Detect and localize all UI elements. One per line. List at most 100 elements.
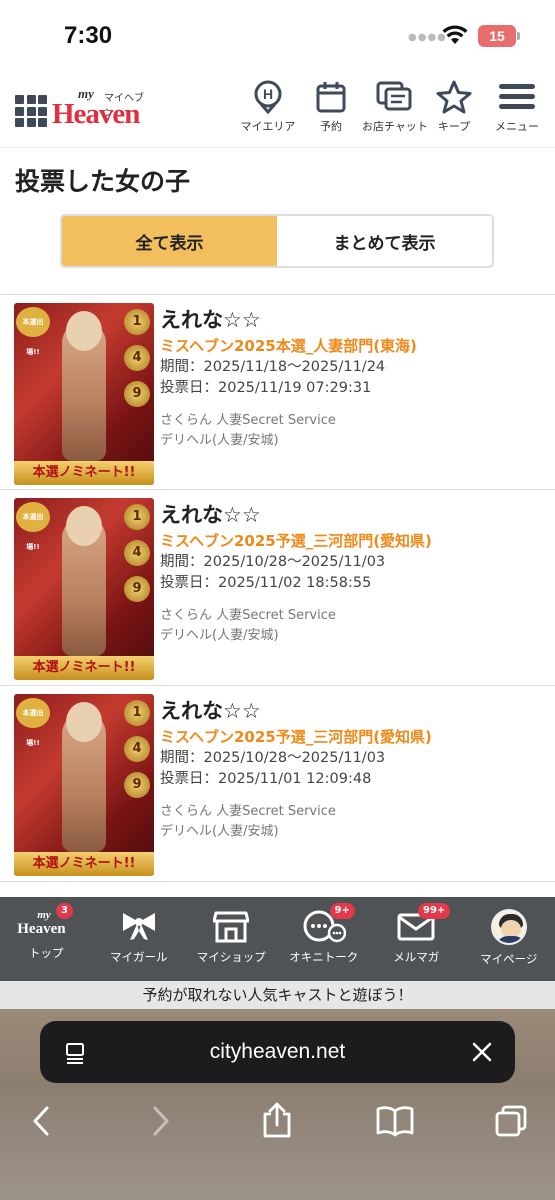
bottom-nav-my-girl[interactable]: マイガール [93,897,186,981]
show-grouped-button[interactable]: まとめて表示 [277,216,492,266]
thumb-banner: 本選ノミネート!! [14,656,154,680]
cast-thumbnail[interactable]: 本選出場!! 1 4 9 本選ノミネート!! [14,303,154,485]
notification-badge: 9+ [329,903,355,919]
vote-period: 期間：2025/11/18〜2025/11/24 [160,359,386,375]
shop-name[interactable]: さくらん 人妻Secret Service [160,411,550,431]
browser-chrome: cityheaven.net [0,1009,555,1200]
cast-thumbnail[interactable]: 本選出場!! 1 4 9 本選ノミネート!! [14,694,154,876]
url-bar[interactable]: cityheaven.net [40,1021,515,1083]
nav-shop-chat-label: お店チャット [362,120,428,133]
medal-icon: 1 [124,700,150,726]
nav-my-area[interactable]: H マイエリア [239,80,297,134]
cast-name[interactable]: えれな☆☆ [160,502,550,528]
medal-icon: 4 [124,736,150,762]
chat-icon [376,81,412,111]
medal-icon: 4 [124,345,150,371]
bottom-nav-my-shop[interactable]: マイショップ [185,897,278,981]
close-icon[interactable] [471,1041,493,1063]
bookmarks-icon[interactable] [376,1105,414,1137]
cast-name[interactable]: えれな☆☆ [160,698,550,724]
thumb-head [66,702,102,742]
avatar [490,909,527,945]
thumb-head [66,311,102,351]
battery-tip [517,32,520,40]
medal-icon: 1 [124,504,150,530]
map-pin-h-icon: H [254,80,282,114]
nav-keep[interactable]: キープ [432,80,476,134]
list-item[interactable]: 本選出場!! 1 4 9 本選ノミネート!! えれな☆☆ ミスヘブン2025本選… [0,294,555,490]
calendar-icon [316,82,346,113]
back-icon[interactable] [30,1105,52,1137]
event-name[interactable]: ミスヘブン2025予選_三河部門(愛知県) [160,726,550,748]
page-title: 投票した女の子 [15,167,191,196]
bottom-nav-mail-magazine-label: メルマガ [393,950,440,964]
nav-menu[interactable]: メニュー [488,80,546,134]
medal-icon: 9 [124,772,150,798]
heaven-logo-main: Heaven [17,921,66,937]
ribbon-icon [122,913,155,940]
vote-period: 期間：2025/10/28〜2025/11/03 [160,554,386,570]
medal-icon: 9 [124,576,150,602]
view-toggle: 全て表示 まとめて表示 [60,214,494,268]
shop-name[interactable]: さくらん 人妻Secret Service [160,802,550,822]
bottom-nav-okini-talk[interactable]: 9+ オキニトーク [278,897,371,981]
vote-date: 投票日：2025/11/01 12:09:48 [160,771,372,787]
bottom-nav-my-page[interactable]: マイページ [463,897,555,981]
forward-icon[interactable] [150,1105,172,1137]
medal-icon: 9 [124,381,150,407]
cast-name[interactable]: えれな☆☆ [160,307,550,333]
heaven-logo-my: my [37,909,51,921]
thumb-badge: 本選出場!! [16,502,50,551]
url-text[interactable]: cityheaven.net [40,1040,515,1064]
bottom-nav-my-page-label: マイページ [480,952,538,966]
bottom-nav-mail-magazine[interactable]: 99+ メルマガ [370,897,463,981]
notification-badge: 99+ [418,903,451,919]
nav-shop-chat[interactable]: お店チャット [362,80,428,134]
vote-info: えれな☆☆ ミスヘブン2025本選_人妻部門(東海) 期間：2025/11/18… [160,307,550,451]
hamburger-menu-icon [499,84,535,109]
promo-banner[interactable]: 予約が取れない人気キャストと遊ぼう！ [0,981,555,1009]
share-icon[interactable] [260,1101,294,1139]
event-name[interactable]: ミスヘブン2025予選_三河部門(愛知県) [160,530,550,552]
tabs-icon[interactable] [494,1105,528,1137]
status-time: 7:30 [64,22,113,49]
bottom-nav: my Heaven 3 トップ マイガール マイショップ 9+ オキニトーク 9… [0,897,555,981]
thumb-badge: 本選出場!! [16,698,50,747]
vote-date: 投票日：2025/11/19 07:29:31 [160,380,372,396]
list-item[interactable]: 本選出場!! 1 4 9 本選ノミネート!! えれな☆☆ ミスヘブン2025予選… [0,686,555,882]
nav-menu-label: メニュー [495,120,539,133]
medal-icon: 1 [124,309,150,335]
thumb-banner: 本選ノミネート!! [14,461,154,485]
medal-icon: 4 [124,540,150,566]
cast-thumbnail[interactable]: 本選出場!! 1 4 9 本選ノミネート!! [14,498,154,680]
shop-genre: デリヘル(人妻/安城) [160,628,279,643]
vote-list: 本選出場!! 1 4 9 本選ノミネート!! えれな☆☆ ミスヘブン2025本選… [0,294,555,882]
shop-icon [213,911,250,943]
myheaven-logo[interactable]: my マイヘブン Heaven [52,84,152,134]
app-header: my マイヘブン Heaven H マイエリア 予約 お店チャット キープ メニ… [0,70,555,148]
vote-period: 期間：2025/10/28〜2025/11/03 [160,750,386,766]
nav-keep-label: キープ [437,120,471,133]
bottom-nav-top[interactable]: my Heaven 3 トップ [0,897,93,981]
nav-my-area-label: マイエリア [240,120,296,133]
event-name[interactable]: ミスヘブン2025本選_人妻部門(東海) [160,335,550,357]
vote-info: えれな☆☆ ミスヘブン2025予選_三河部門(愛知県) 期間：2025/10/2… [160,502,550,646]
vote-info: えれな☆☆ ミスヘブン2025予選_三河部門(愛知県) 期間：2025/10/2… [160,698,550,842]
bottom-nav-my-shop-label: マイショップ [196,950,266,964]
thumb-head [66,506,102,546]
bottom-nav-top-label: トップ [29,946,64,960]
list-item[interactable]: 本選出場!! 1 4 9 本選ノミネート!! えれな☆☆ ミスヘブン2025予選… [0,490,555,686]
bottom-nav-okini-talk-label: オキニトーク [289,950,359,964]
shop-name[interactable]: さくらん 人妻Secret Service [160,606,550,626]
show-all-button[interactable]: 全て表示 [62,216,277,266]
grid-menu-icon[interactable] [15,95,47,127]
svg-text:H: H [263,86,273,102]
bottom-nav-my-girl-label: マイガール [110,950,168,964]
nav-reservation[interactable]: 予約 [309,80,353,134]
vote-date: 投票日：2025/11/02 18:58:55 [160,575,372,591]
notification-badge: 3 [56,903,73,919]
battery-indicator: 15 [478,25,516,47]
shop-genre: デリヘル(人妻/安城) [160,433,279,448]
thumb-badge: 本選出場!! [16,307,50,356]
wifi-icon [442,25,468,44]
